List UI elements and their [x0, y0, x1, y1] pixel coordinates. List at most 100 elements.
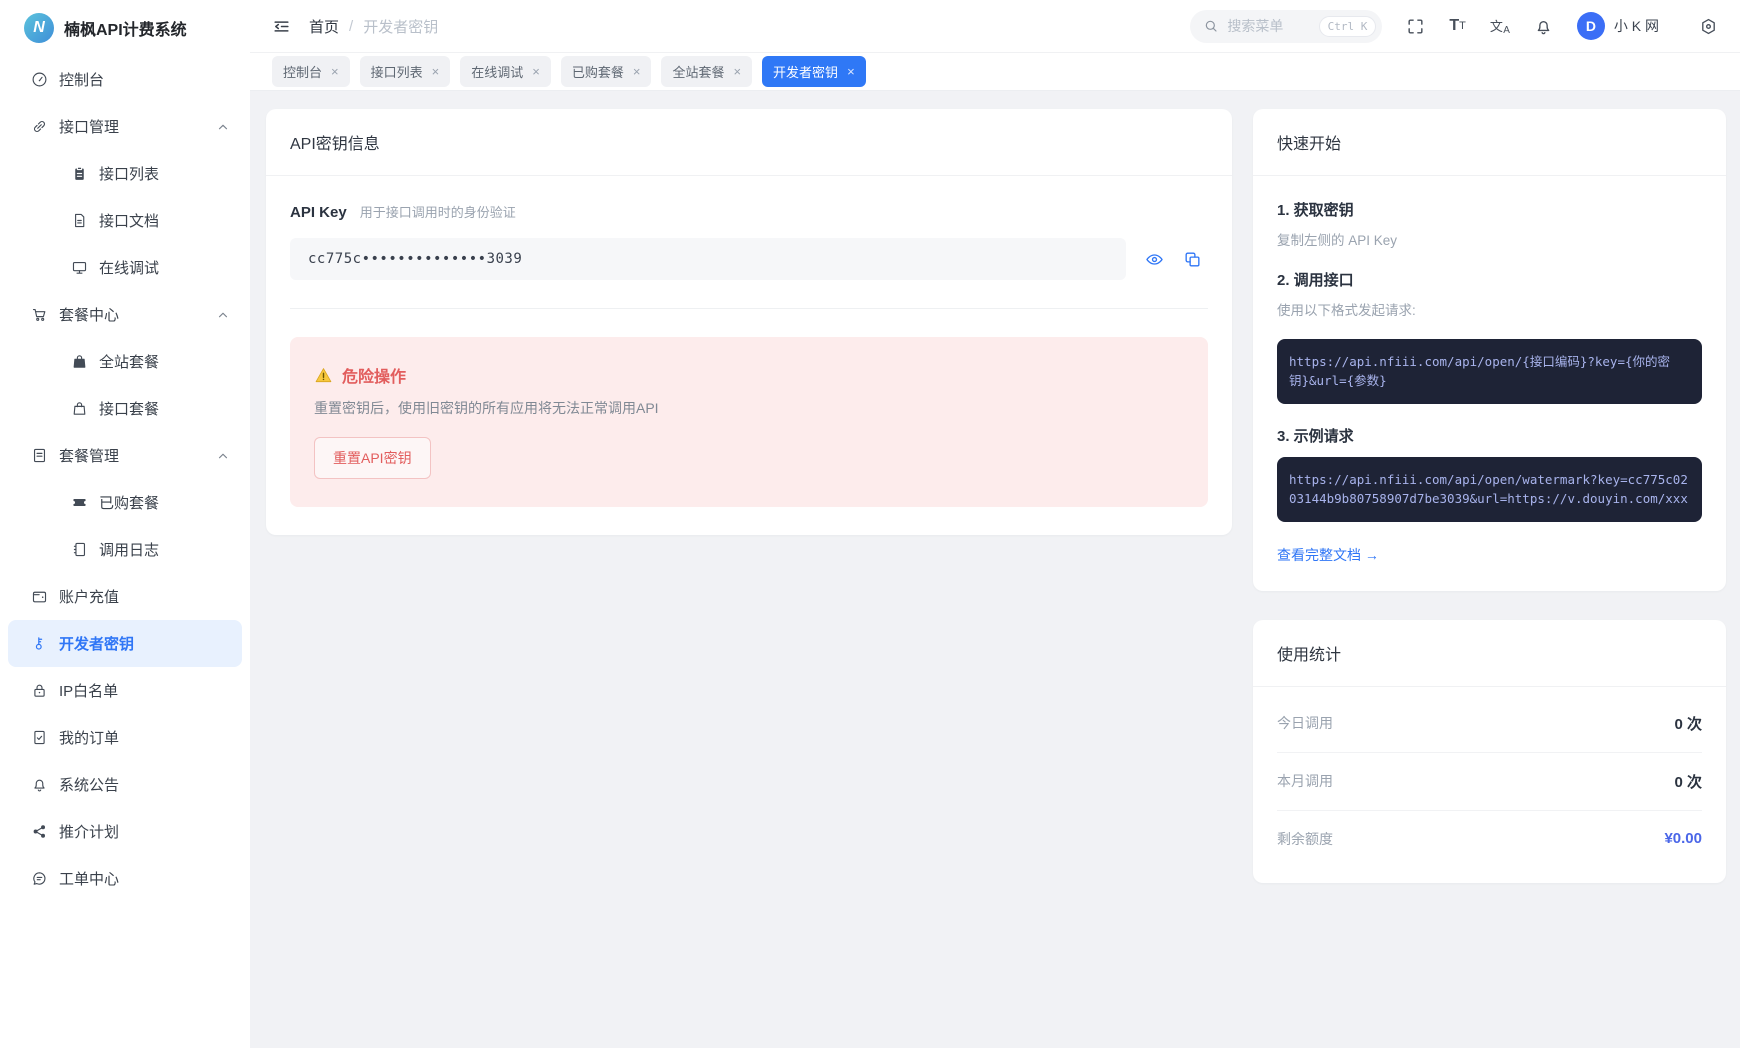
wallet-icon	[30, 588, 48, 606]
search-placeholder: 搜索菜单	[1227, 18, 1284, 34]
sidebar-item-label: 系统公告	[59, 777, 120, 794]
open-tabs-bar: 控制台 × 接口列表 × 在线调试 × 已购套餐 × 全站套餐 × 开发者密钥 ×	[250, 53, 1740, 91]
view-full-docs-link[interactable]: 查看完整文档 →	[1277, 545, 1379, 565]
sidebar-item-label: 控制台	[59, 72, 105, 89]
example-request-code-block: https://api.nfiii.com/api/open/watermark…	[1277, 456, 1702, 522]
close-tab-icon[interactable]: ×	[633, 65, 641, 78]
sidebar-item-label: 接口管理	[59, 119, 120, 136]
bag-icon	[70, 400, 88, 418]
copy-key-icon[interactable]	[1183, 250, 1202, 269]
api-key-hint: 用于接口调用时的身份验证	[359, 205, 516, 220]
lock-icon	[30, 682, 48, 700]
sidebar-item-my-orders[interactable]: 我的订单	[8, 714, 242, 761]
stat-label: 剩余额度	[1277, 830, 1333, 847]
api-group-icon	[30, 118, 48, 136]
close-tab-icon[interactable]: ×	[432, 65, 440, 78]
close-tab-icon[interactable]: ×	[733, 65, 741, 78]
sidebar-item-developer-key[interactable]: 开发者密钥	[8, 620, 242, 667]
search-input[interactable]: 搜索菜单 Ctrl K	[1190, 9, 1383, 43]
sidebar-item-label: 已购套餐	[99, 495, 160, 512]
fullscreen-icon[interactable]	[1406, 17, 1425, 36]
api-key-label: API Key	[290, 204, 347, 221]
sidebar-item-online-debug[interactable]: 在线调试	[8, 244, 242, 291]
sidebar-item-site-packages[interactable]: 全站套餐	[8, 338, 242, 385]
chevron-up-icon	[216, 120, 230, 134]
sidebar-item-call-logs[interactable]: 调用日志	[8, 526, 242, 573]
sidebar-item-label: 接口列表	[99, 166, 160, 183]
sidebar-item-label: 接口文档	[99, 213, 160, 230]
quick-start-step2-text: 使用以下格式发起请求:	[1277, 303, 1416, 318]
close-tab-icon[interactable]: ×	[847, 65, 855, 78]
breadcrumb-current: 开发者密钥	[363, 18, 439, 36]
document-icon	[70, 212, 88, 230]
translate-icon[interactable]: 文A	[1490, 16, 1510, 36]
avatar: D	[1576, 12, 1605, 40]
tab-developer-key[interactable]: 开发者密钥 ×	[762, 56, 866, 87]
usage-stats-card: 使用统计 今日调用 0 次 本月调用 0 次 剩余额度 ¥0.00	[1253, 619, 1726, 883]
stat-row-today-calls: 今日调用 0 次	[1277, 695, 1702, 753]
notification-bell-icon[interactable]	[1534, 17, 1553, 36]
logo-icon: N	[24, 13, 54, 43]
search-icon	[1206, 20, 1217, 32]
tab-api-list[interactable]: 接口列表 ×	[359, 56, 451, 87]
danger-zone: 危险操作 重置密钥后，使用旧密钥的所有应用将无法正常调用API 重置API密钥	[290, 337, 1208, 507]
quick-start-title: 快速开始	[1253, 109, 1726, 176]
sidebar-item-label: 工单中心	[59, 871, 120, 888]
chevron-up-icon	[216, 308, 230, 322]
breadcrumb-home[interactable]: 首页	[309, 16, 339, 37]
app-title: 楠枫API计费系统	[64, 22, 187, 39]
close-tab-icon[interactable]: ×	[331, 65, 339, 78]
sidebar-item-referral[interactable]: 推介计划	[8, 808, 242, 855]
font-size-icon[interactable]: TT	[1449, 18, 1466, 34]
toggle-key-visibility-icon[interactable]	[1145, 250, 1164, 269]
sidebar-item-label: 开发者密钥	[59, 636, 135, 653]
stat-row-month-calls: 本月调用 0 次	[1277, 753, 1702, 811]
sidebar-item-label: 套餐中心	[59, 307, 120, 324]
tab-dashboard[interactable]: 控制台 ×	[272, 56, 350, 87]
sidebar-item-purchased-packages[interactable]: 已购套餐	[8, 479, 242, 526]
monitor-icon	[70, 259, 88, 277]
app-logo[interactable]: N 楠枫API计费系统	[8, 0, 242, 56]
sidebar-group-api-manage[interactable]: 接口管理	[8, 103, 242, 150]
sidebar-item-ip-whitelist[interactable]: IP白名单	[8, 667, 242, 714]
stat-label: 本月调用	[1277, 773, 1333, 789]
sidebar-item-api-docs[interactable]: 接口文档	[8, 197, 242, 244]
close-tab-icon[interactable]: ×	[532, 65, 540, 78]
tab-site-packages[interactable]: 全站套餐 ×	[661, 56, 753, 87]
quick-start-step1-text: 复制左侧的 API Key	[1277, 233, 1398, 248]
sidebar-item-tickets[interactable]: 工单中心	[8, 855, 242, 902]
stat-value: 0 次	[1674, 715, 1702, 733]
bell-icon	[30, 776, 48, 794]
collapse-sidebar-icon[interactable]	[272, 17, 291, 36]
warning-icon	[315, 367, 332, 382]
dashboard-icon	[30, 71, 48, 89]
chevron-up-icon	[216, 449, 230, 463]
sidebar-item-label: 调用日志	[99, 542, 160, 559]
sidebar-item-label: 我的订单	[59, 730, 120, 747]
tab-purchased-packages[interactable]: 已购套餐 ×	[560, 56, 652, 87]
sidebar-item-label: IP白名单	[59, 683, 119, 700]
sidebar-item-announcements[interactable]: 系统公告	[8, 761, 242, 808]
section-divider	[290, 308, 1208, 309]
stat-row-remaining-balance: 剩余额度 ¥0.00	[1277, 811, 1702, 867]
sidebar-item-label: 账户充值	[59, 589, 120, 606]
sidebar-item-api-list[interactable]: 接口列表	[8, 150, 242, 197]
sidebar-group-package-manage[interactable]: 套餐管理	[8, 432, 242, 479]
sidebar-item-api-packages[interactable]: 接口套餐	[8, 385, 242, 432]
chat-icon	[30, 870, 48, 888]
danger-title: 危险操作	[342, 369, 407, 386]
request-format-code-block: https://api.nfiii.com/api/open/{接口编码}?ke…	[1277, 339, 1702, 404]
reset-api-key-button[interactable]: 重置API密钥	[314, 437, 431, 479]
sidebar: N 楠枫API计费系统 控制台 接口管理 接口列表 接口文档 在线调试 套餐中心…	[0, 0, 250, 1048]
user-menu[interactable]: D 小 K 网	[1576, 12, 1659, 40]
api-key-value-field[interactable]: cc775c••••••••••••••3039	[290, 238, 1126, 280]
sidebar-item-dashboard[interactable]: 控制台	[8, 56, 242, 103]
settings-gear-icon[interactable]	[1699, 17, 1718, 36]
cart-icon	[30, 306, 48, 324]
top-header: 首页 / 开发者密钥 搜索菜单 Ctrl K TT 文A D 小 K 网	[250, 0, 1740, 53]
tab-online-debug[interactable]: 在线调试 ×	[460, 56, 551, 87]
sidebar-group-package-center[interactable]: 套餐中心	[8, 291, 242, 338]
sidebar-item-recharge[interactable]: 账户充值	[8, 573, 242, 620]
share-icon	[30, 823, 48, 841]
clipboard-icon	[70, 165, 88, 183]
